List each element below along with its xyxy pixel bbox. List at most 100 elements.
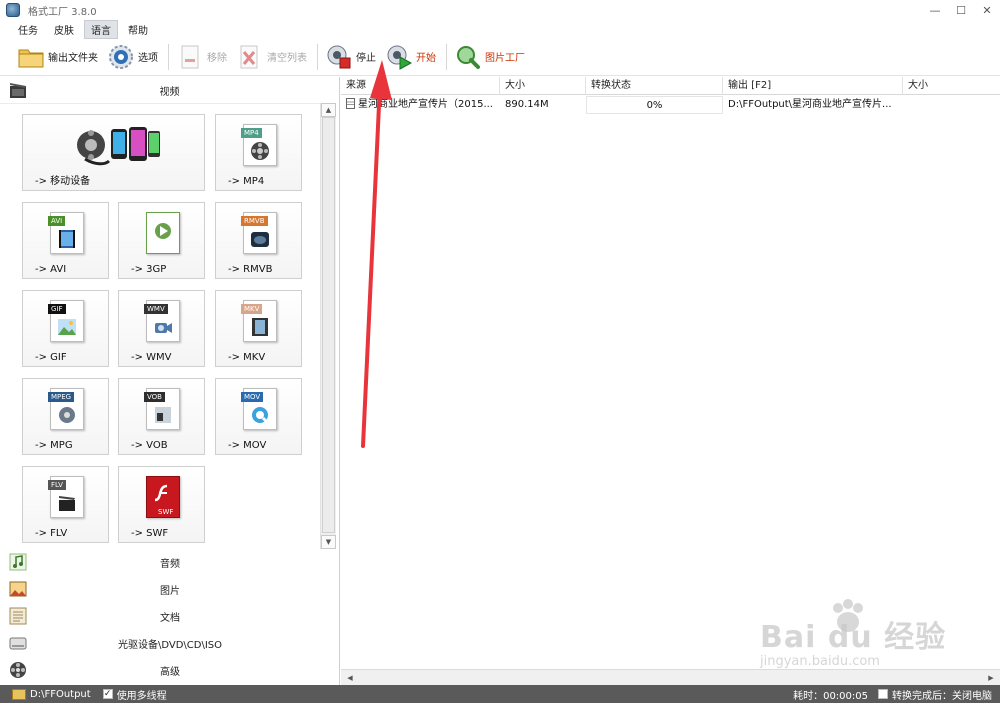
optical-drive-icon	[9, 637, 27, 650]
scroll-left-arrow[interactable]: ◀	[343, 671, 357, 685]
folder-icon[interactable]	[12, 688, 26, 700]
music-note-icon	[9, 553, 27, 571]
status-bar: D:\FFOutput ✓ 使用多线程 耗时：00:00:05 转换完成后：关闭…	[0, 685, 1000, 703]
column-source[interactable]: 来源	[341, 77, 500, 95]
mov-file-icon: MOV	[241, 388, 277, 430]
tile-rmvb[interactable]: RMVB -> RMVB	[215, 202, 302, 279]
start-icon	[386, 44, 412, 70]
tiles-scrollbar[interactable]: ▲ ▼	[320, 103, 336, 549]
mkv-file-icon: MKV	[241, 300, 277, 342]
tile-gif[interactable]: GIF -> GIF	[22, 290, 109, 367]
multithread-label: 使用多线程	[116, 690, 167, 702]
toolbar-separator	[317, 43, 318, 70]
mp4-file-icon: MP4	[241, 124, 277, 166]
task-source: 星河商业地产宣传片（2015...	[341, 96, 500, 114]
remove-button[interactable]: 移除	[173, 40, 231, 74]
baidu-watermark: Bai du 经验 jingyan.baidu.com	[760, 598, 960, 678]
start-button[interactable]: 开始	[382, 40, 440, 74]
clear-list-button[interactable]: 清空列表	[233, 40, 311, 74]
document-icon	[9, 607, 27, 625]
swf-file-icon: SWF	[146, 476, 180, 518]
tile-flv[interactable]: FLV -> FLV	[22, 466, 109, 543]
window-title: 格式工厂 3.8.0	[28, 6, 97, 18]
flv-file-icon: FLV	[48, 476, 84, 518]
tile-swf[interactable]: SWF -> SWF	[118, 466, 205, 543]
tile-mov[interactable]: MOV -> MOV	[215, 378, 302, 455]
stop-button[interactable]: 停止	[322, 40, 380, 74]
rmvb-file-icon: RMVB	[241, 212, 277, 254]
tile-wmv[interactable]: WMV -> WMV	[118, 290, 205, 367]
file-icon	[346, 98, 355, 109]
column-status[interactable]: 转换状态	[586, 77, 723, 95]
column-output[interactable]: 输出 [F2]	[723, 77, 903, 95]
category-advanced[interactable]: 高级	[0, 657, 340, 684]
title-bar: 格式工厂 3.8.0 — ☐ ✕	[0, 0, 1000, 20]
film-reel-icon	[10, 662, 26, 678]
minimize-button[interactable]: —	[922, 0, 948, 20]
watermark-brand: Bai du 经验	[760, 620, 947, 655]
tile-mkv[interactable]: MKV -> MKV	[215, 290, 302, 367]
mpg-file-icon: MPEG	[48, 388, 84, 430]
close-button[interactable]: ✕	[974, 0, 1000, 20]
tile-mobile-device[interactable]: -> 移动设备	[22, 114, 205, 191]
toolbar: 输出文件夹 选项 移除 清空列表 停止 开始 图片工厂	[0, 38, 1000, 76]
magnifier-icon	[455, 44, 481, 70]
column-size[interactable]: 大小	[500, 77, 586, 95]
remove-icon	[177, 44, 203, 70]
tile-vob[interactable]: VOB -> VOB	[118, 378, 205, 455]
category-image[interactable]: 图片	[0, 576, 340, 603]
category-panel: 视频 -> 移动设备 MP4 -> MP4 AVI -> AVI -> 3GP …	[0, 77, 340, 685]
mobile-device-icon	[77, 127, 160, 166]
app-icon	[6, 3, 20, 17]
output-folder-button[interactable]: 输出文件夹	[14, 40, 102, 74]
avi-file-icon: AVI	[48, 212, 84, 254]
tile-3gp[interactable]: -> 3GP	[118, 202, 205, 279]
task-output-size	[903, 96, 1000, 114]
tile-mp4[interactable]: MP4 -> MP4	[215, 114, 302, 191]
category-list: 音频 图片 文档 光驱设备\DVD\CD\ISO 高级	[0, 549, 340, 684]
task-row[interactable]: 星河商业地产宣传片（2015... 890.14M 0% D:\FFOutput…	[341, 96, 1000, 114]
menu-help[interactable]: 帮助	[122, 21, 154, 38]
tile-mpg[interactable]: MPEG -> MPG	[22, 378, 109, 455]
stop-icon	[326, 44, 352, 70]
elapsed-time: 耗时：00:00:05	[793, 690, 868, 702]
wmv-file-icon: WMV	[144, 300, 180, 342]
scroll-right-arrow[interactable]: ▶	[984, 671, 998, 685]
3gp-file-icon	[146, 212, 180, 254]
toolbar-separator	[446, 43, 447, 70]
picture-factory-button[interactable]: 图片工厂	[451, 40, 529, 74]
menu-language[interactable]: 语言	[84, 19, 118, 39]
film-clapper-icon	[10, 83, 26, 98]
watermark-url: jingyan.baidu.com	[760, 654, 880, 669]
category-audio[interactable]: 音频	[0, 549, 340, 576]
task-list-header: 来源 大小 转换状态 输出 [F2] 大小	[341, 77, 1000, 95]
task-size: 890.14M	[505, 99, 549, 110]
task-output-path: D:\FFOutput\星河商业地产宣传片...	[728, 99, 892, 110]
gif-file-icon: GIF	[48, 300, 84, 342]
gear-icon	[108, 44, 134, 70]
options-button[interactable]: 选项	[104, 40, 162, 74]
category-document[interactable]: 文档	[0, 603, 340, 630]
category-optical-drive[interactable]: 光驱设备\DVD\CD\ISO	[0, 630, 340, 657]
task-progress: 0%	[586, 96, 723, 114]
task-list-panel: 来源 大小 转换状态 输出 [F2] 大小 星河商业地产宣传片（2015... …	[341, 77, 1000, 685]
output-path[interactable]: D:\FFOutput	[30, 689, 91, 700]
column-output-size[interactable]: 大小	[903, 77, 1000, 95]
scroll-up-arrow[interactable]: ▲	[321, 103, 336, 117]
multithread-checkbox[interactable]: ✓	[102, 689, 113, 699]
maximize-button[interactable]: ☐	[948, 0, 974, 20]
folder-icon	[18, 44, 44, 70]
video-format-grid: -> 移动设备 MP4 -> MP4 AVI -> AVI -> 3GP RMV…	[0, 103, 320, 549]
toolbar-separator	[168, 43, 169, 70]
vob-file-icon: VOB	[144, 388, 180, 430]
after-convert-label: 转换完成后：关闭电脑	[892, 690, 992, 702]
scroll-down-arrow[interactable]: ▼	[321, 535, 336, 549]
menu-task[interactable]: 任务	[12, 21, 44, 38]
tile-avi[interactable]: AVI -> AVI	[22, 202, 109, 279]
picture-icon	[9, 581, 27, 597]
clear-icon	[237, 44, 263, 70]
scroll-thumb[interactable]	[322, 117, 335, 533]
menu-skin[interactable]: 皮肤	[48, 21, 80, 38]
category-video[interactable]: 视频	[0, 77, 339, 103]
after-convert-checkbox[interactable]	[878, 689, 888, 699]
